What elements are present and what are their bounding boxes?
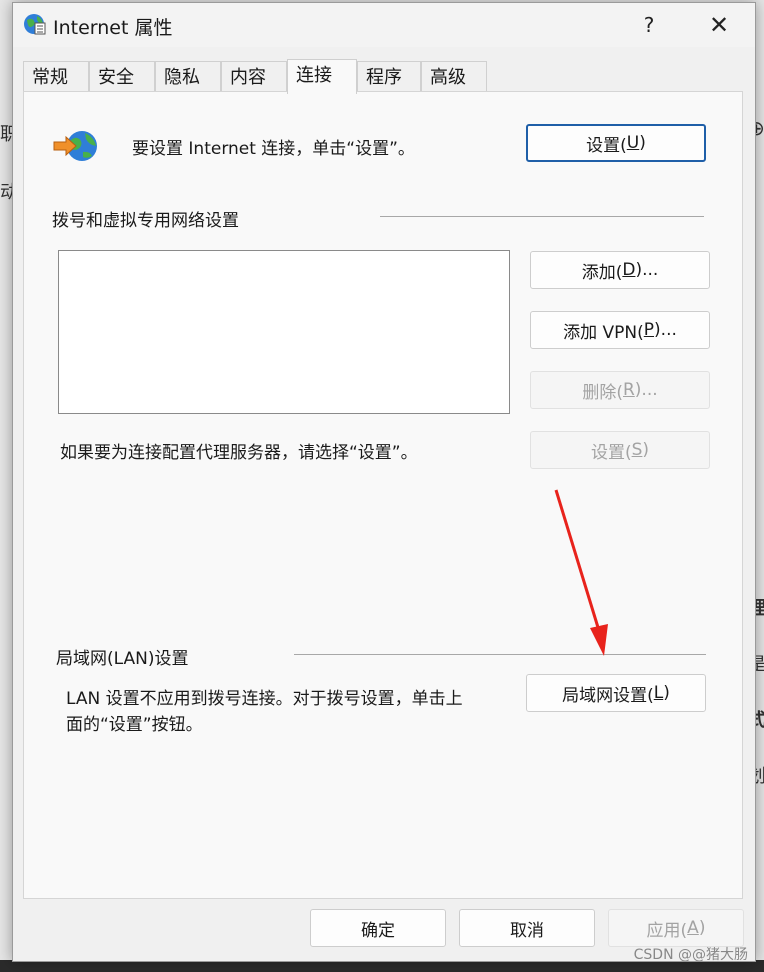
accelerator-key: U	[626, 133, 640, 153]
add-button[interactable]: 添加(D)...	[530, 251, 710, 289]
help-button[interactable]: ?	[629, 9, 669, 41]
lan-description-line2: 面的“设置”按钮。	[66, 715, 203, 735]
section-divider	[294, 654, 706, 655]
close-button[interactable]: ✕	[699, 9, 739, 41]
setup-instruction: 要设置 Internet 连接，单击“设置”。	[132, 139, 415, 159]
button-label: 删除(	[582, 382, 623, 403]
accelerator-key: P	[643, 320, 655, 340]
tab-programs[interactable]: 程序	[357, 61, 421, 92]
button-label: 添加 VPN(	[563, 322, 644, 343]
button-label: )...	[654, 320, 677, 340]
apply-button[interactable]: 应用(A)	[608, 909, 744, 947]
window-title: Internet 属性	[53, 17, 173, 39]
tab-security[interactable]: 安全	[89, 61, 155, 92]
title-bar: Internet 属性 ? ✕	[13, 3, 755, 47]
accelerator-key: D	[622, 260, 636, 280]
button-label: )	[642, 440, 650, 460]
proxy-settings-button[interactable]: 设置(S)	[530, 431, 710, 469]
proxy-instruction: 如果要为连接配置代理服务器，请选择“设置”。	[60, 443, 418, 463]
vpn-section-heading: 拨号和虚拟专用网络设置	[52, 211, 239, 231]
add-vpn-button[interactable]: 添加 VPN(P)...	[530, 311, 710, 349]
accelerator-key: S	[631, 440, 643, 460]
tab-privacy[interactable]: 隐私	[155, 61, 221, 92]
internet-connection-icon	[53, 131, 97, 161]
ok-button[interactable]: 确定	[310, 909, 446, 947]
watermark: CSDN @@猪大肠	[633, 947, 748, 963]
lan-section-heading: 局域网(LAN)设置	[56, 649, 189, 669]
accelerator-key: R	[622, 380, 635, 400]
button-label: 应用(	[646, 920, 688, 941]
button-label: )...	[634, 380, 658, 400]
remove-button[interactable]: 删除(R)...	[530, 371, 710, 409]
button-label: 添加(	[581, 262, 623, 283]
tab-connections[interactable]: 连接	[287, 59, 357, 94]
button-label: )...	[635, 260, 659, 280]
button-label: )	[663, 683, 670, 703]
internet-properties-dialog: Internet 属性 ? ✕ 常规 安全 隐私 内容 连接 程序 高级 要设置…	[12, 2, 756, 962]
setup-button[interactable]: 设置(U)	[526, 124, 706, 162]
button-label: )	[698, 918, 706, 938]
accelerator-key: L	[653, 683, 664, 703]
lan-description-line1: LAN 设置不应用到拨号连接。对于拨号设置，单击上	[66, 689, 463, 709]
button-label: )	[639, 133, 646, 153]
button-label: 设置(	[586, 135, 627, 156]
button-label: 局域网设置(	[562, 685, 654, 706]
accelerator-key: A	[687, 918, 699, 938]
lan-settings-button[interactable]: 局域网设置(L)	[526, 674, 706, 712]
tab-content[interactable]: 内容	[221, 61, 287, 92]
connections-list[interactable]	[58, 250, 510, 414]
cancel-button[interactable]: 取消	[459, 909, 595, 947]
tab-advanced[interactable]: 高级	[421, 61, 487, 92]
internet-options-icon	[24, 14, 46, 35]
button-label: 设置(	[590, 442, 632, 463]
tab-general[interactable]: 常规	[23, 61, 89, 92]
connections-panel: 要设置 Internet 连接，单击“设置”。 设置(U) 拨号和虚拟专用网络设…	[23, 91, 743, 899]
section-divider	[380, 216, 704, 217]
